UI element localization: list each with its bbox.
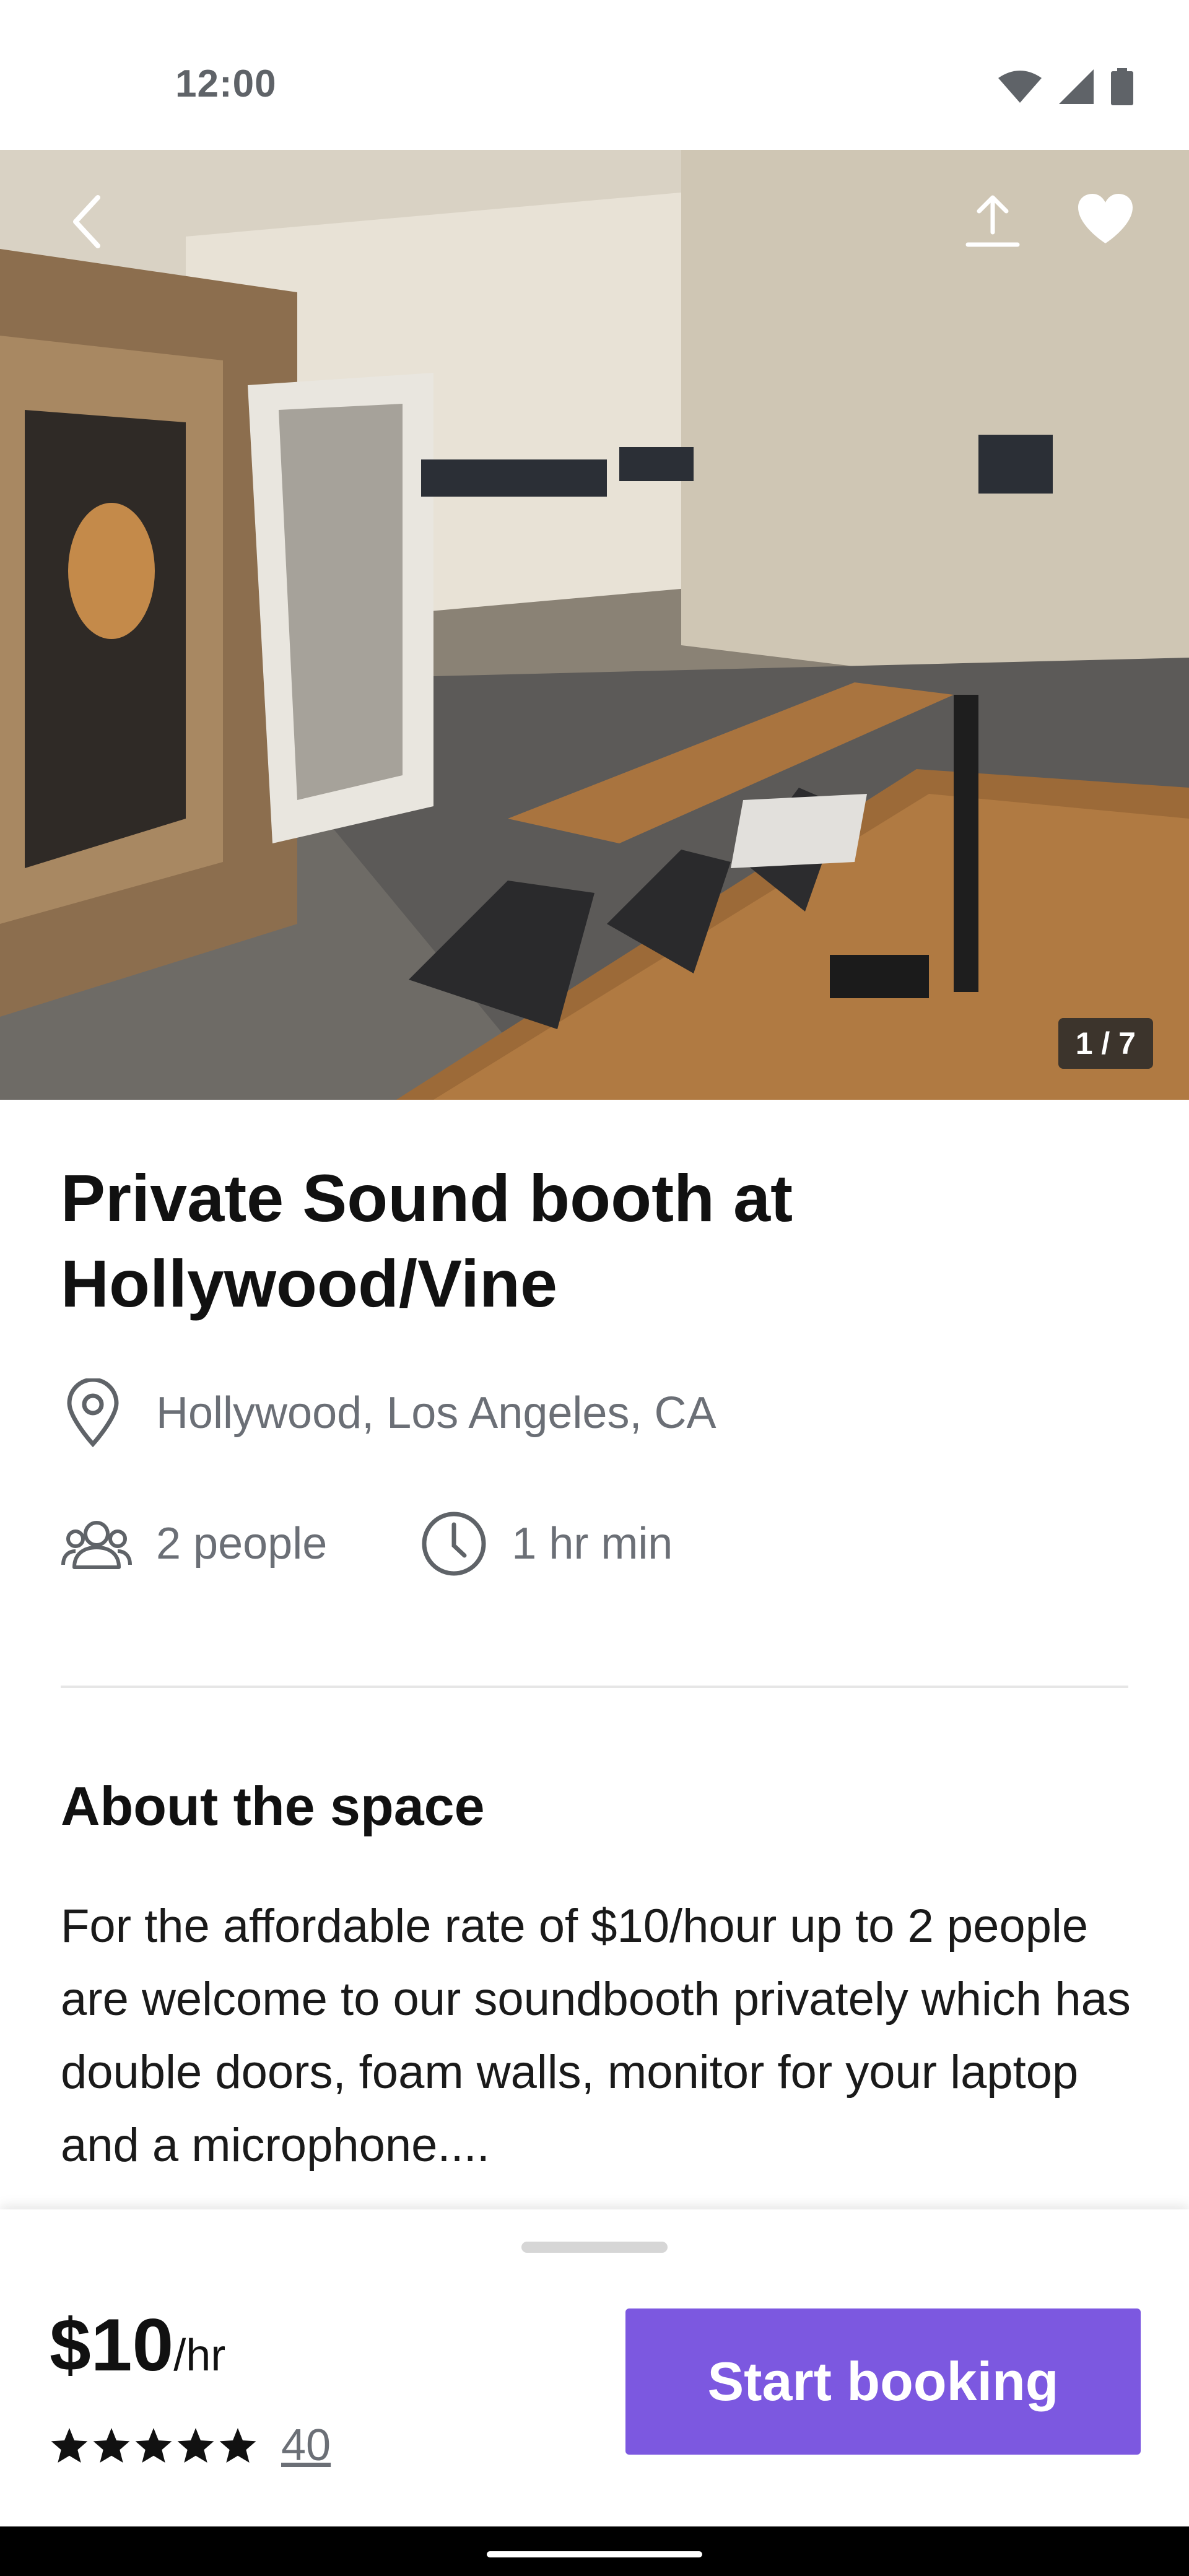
minimum-text: 1 hr min [512,1519,673,1569]
share-upload-icon [965,195,1020,247]
price-unit: /hr [173,2331,226,2380]
status-icons [998,68,1133,105]
status-time: 12:00 [175,63,277,105]
about-text: For the affordable rate of $10/hour up t… [61,1900,1131,2172]
star-icon [51,2428,88,2463]
people-icon [61,1521,132,1569]
capacity-text: 2 people [156,1519,328,1569]
system-nav-bar [0,2526,1189,2576]
location-pin-icon [67,1378,119,1448]
start-booking-button[interactable]: Start booking [625,2308,1141,2455]
signal-icon [1059,69,1094,104]
star-icon [219,2428,256,2463]
workspace-photo [0,150,1189,1100]
price-amount: $10 [50,2304,174,2387]
price: $10 /hr [50,2302,225,2388]
battery-icon [1111,68,1133,105]
clock-icon [422,1512,486,1576]
review-count-link[interactable]: 40 [281,2420,331,2471]
divider [61,1686,1128,1688]
chevron-left-icon [73,195,100,248]
rating: 40 [50,2420,331,2471]
heart-icon [1078,194,1133,243]
back-button[interactable] [56,191,118,253]
share-button[interactable] [959,187,1027,255]
hero-photo[interactable]: 1 / 7 [0,150,1189,1100]
sheet-drag-handle[interactable] [521,2242,668,2253]
booking-sheet: $10 /hr 40 Start booking [0,2209,1189,2526]
star-icon [93,2428,130,2463]
star-icon [135,2428,172,2463]
status-bar: 12:00 [0,0,1189,150]
location-text: Hollywood, Los Angeles, CA [156,1388,716,1438]
favorite-button[interactable] [1071,185,1139,253]
wifi-icon [998,71,1042,103]
details-row: 2 people 1 hr min [61,1510,673,1578]
about-title: About the space [61,1775,485,1837]
star-icon [177,2428,214,2463]
listing-title: Private Sound booth at Hollywood/Vine [61,1160,793,1321]
home-gesture-handle[interactable] [487,2551,702,2557]
location-row: Hollywood, Los Angeles, CA [61,1378,716,1448]
photo-counter: 1 / 7 [1058,1018,1153,1069]
